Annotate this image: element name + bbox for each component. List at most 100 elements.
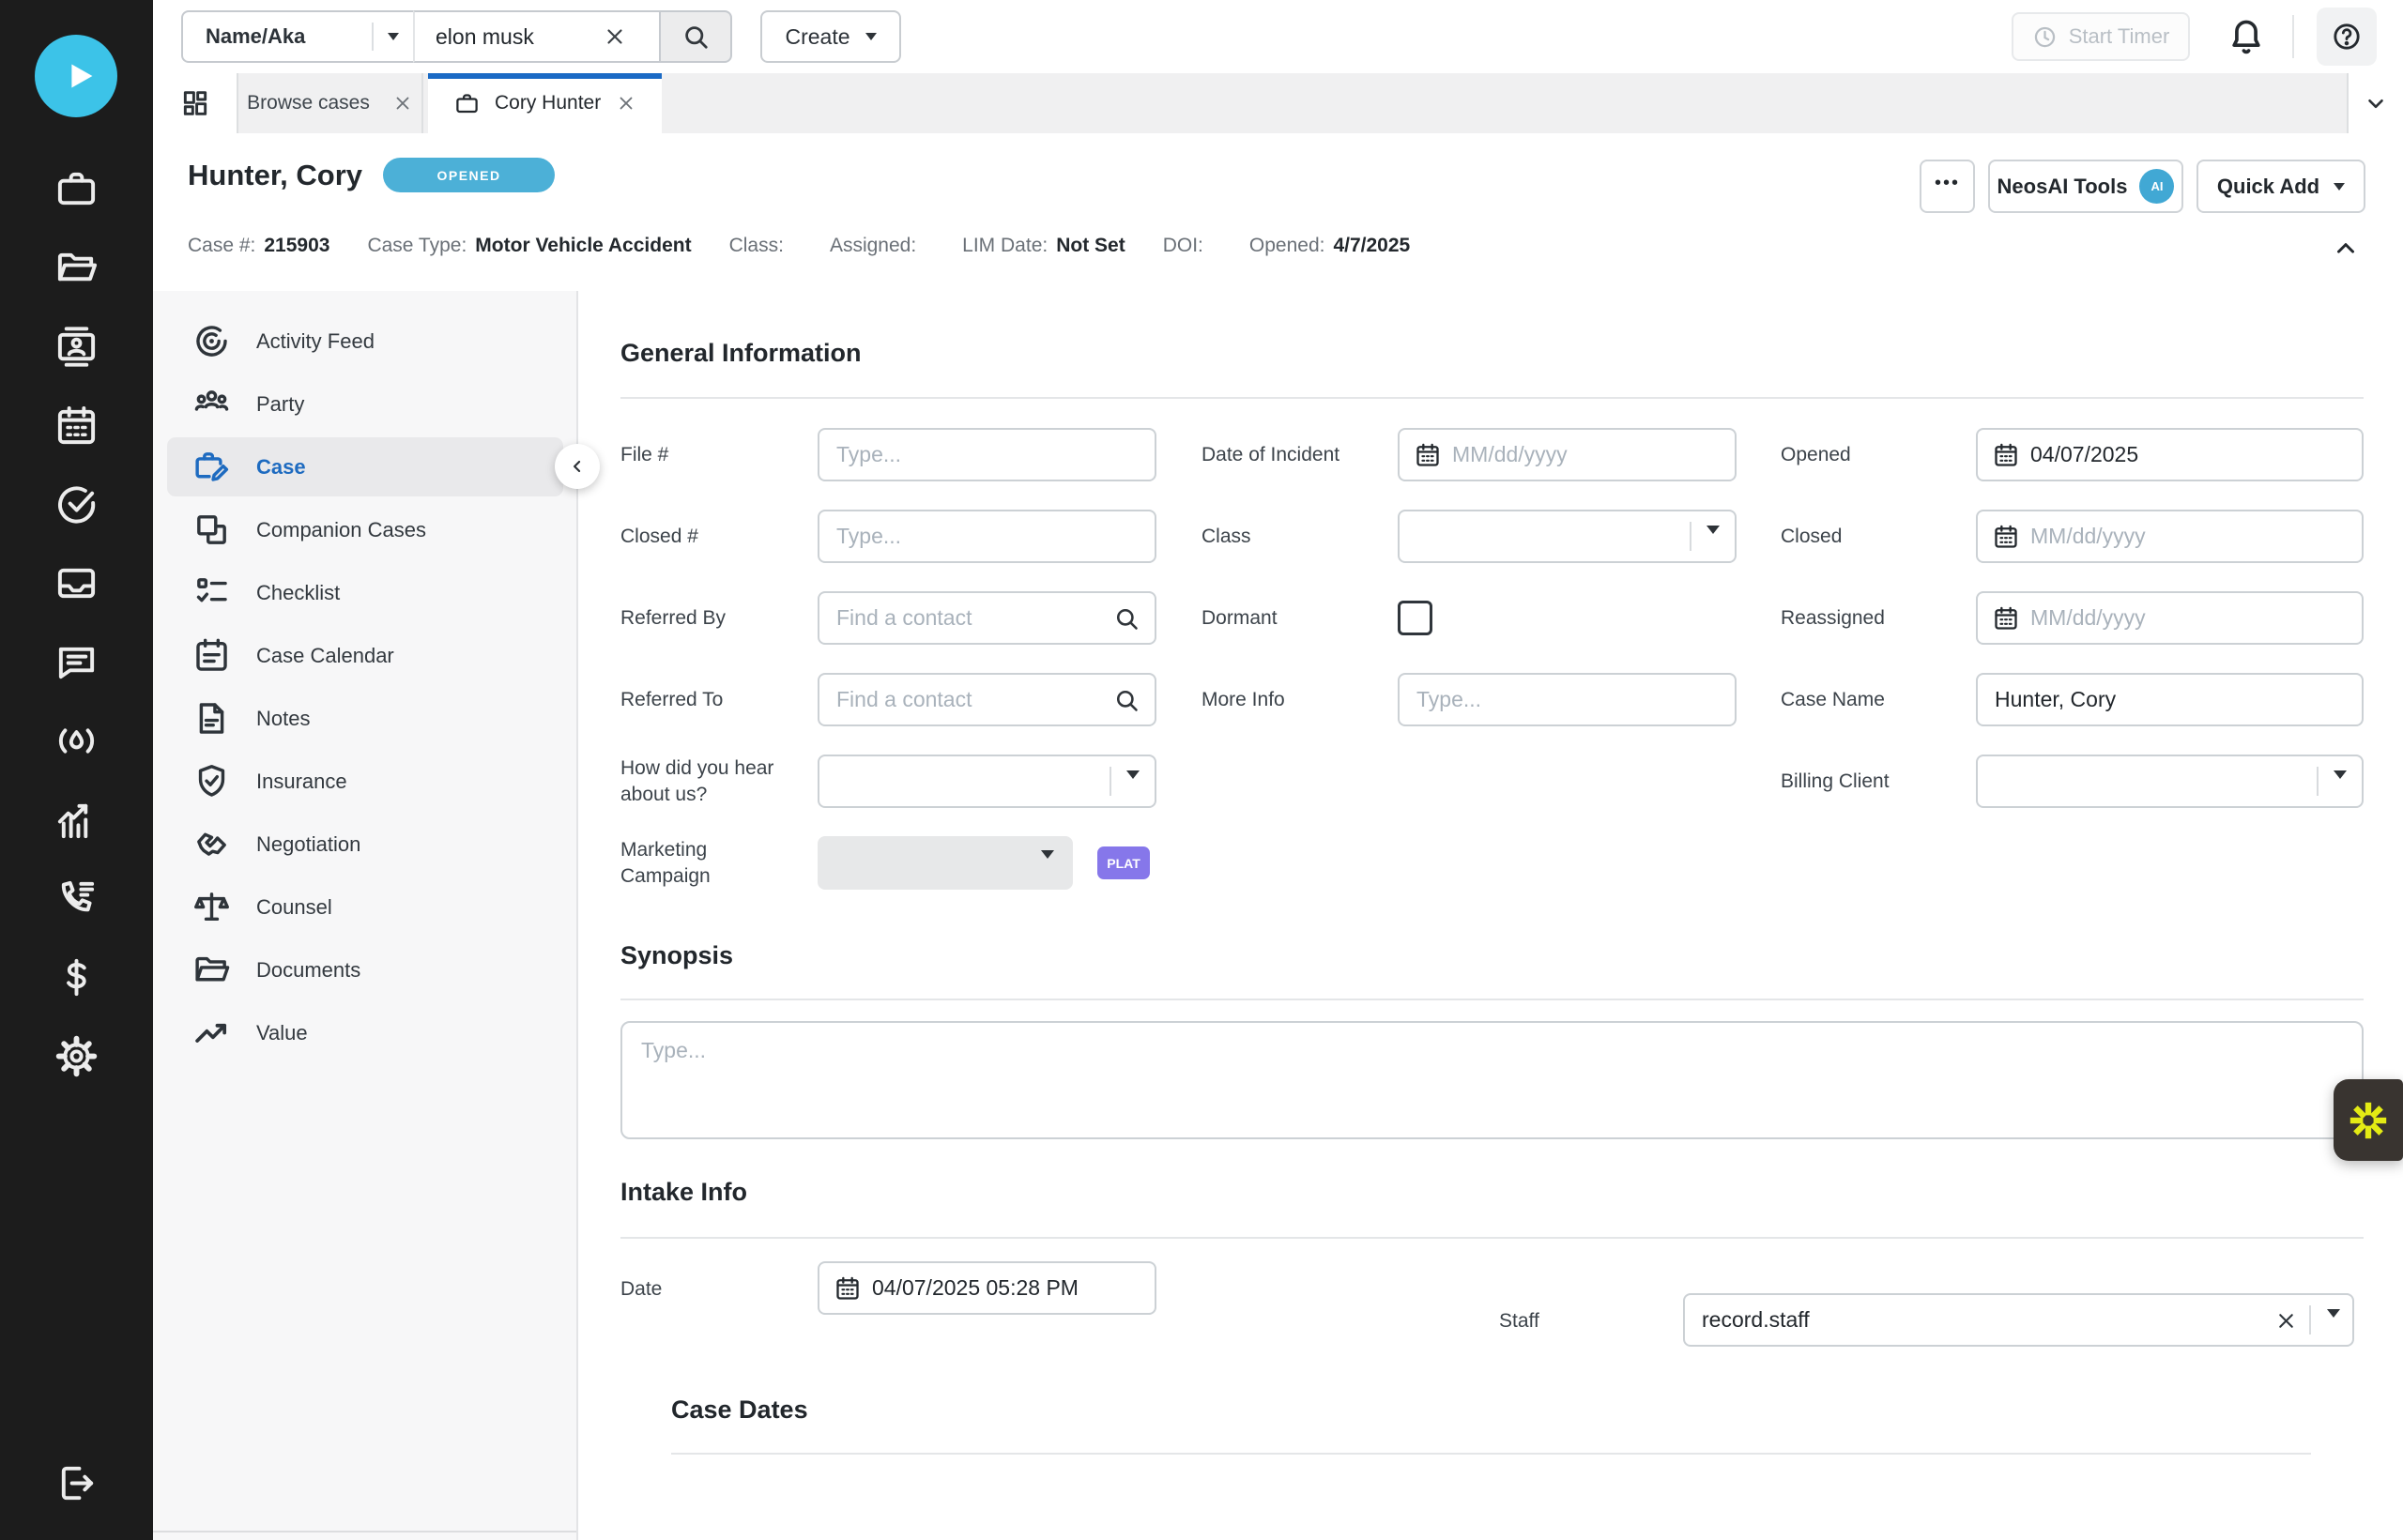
neosai-tools-button[interactable]: NeosAI Tools AI xyxy=(1988,160,2183,213)
close-icon[interactable] xyxy=(616,93,636,114)
meta-item: LIM Date:Not Set xyxy=(962,235,1125,257)
opened-label: Opened xyxy=(1781,442,1976,467)
collapse-header-chevron-icon[interactable] xyxy=(2332,235,2360,263)
search-button[interactable] xyxy=(659,10,732,63)
staff-input[interactable] xyxy=(1685,1295,2262,1345)
date-of-incident-input[interactable] xyxy=(1452,430,1735,480)
search-icon[interactable] xyxy=(1113,687,1140,713)
search-category-select[interactable]: Name/Aka xyxy=(181,10,413,63)
app-rail xyxy=(0,0,153,1540)
call-log-phone-icon[interactable] xyxy=(54,877,99,921)
nav-item-activity-feed[interactable]: Activity Feed xyxy=(153,310,576,373)
assistant-burst-button[interactable] xyxy=(2334,1079,2403,1161)
opened-input[interactable] xyxy=(2030,430,2362,480)
nav-item-party[interactable]: Party xyxy=(153,373,576,435)
more-actions-button[interactable]: ••• xyxy=(1920,160,1975,213)
chevron-down-icon[interactable] xyxy=(1126,779,1140,796)
start-timer-button[interactable]: Start Timer xyxy=(2012,12,2190,61)
insurance-shield-icon xyxy=(192,762,231,800)
class-select[interactable] xyxy=(1398,510,1737,563)
help-button[interactable] xyxy=(2317,8,2377,66)
chevron-down-icon[interactable] xyxy=(1707,534,1720,551)
closed-input[interactable] xyxy=(2030,511,2362,561)
billing-client-label: Billing Client xyxy=(1781,769,1976,794)
dormant-label: Dormant xyxy=(1202,605,1398,631)
intake-date-input[interactable] xyxy=(872,1263,1155,1313)
intake-date-field[interactable] xyxy=(818,1261,1156,1315)
synopsis-textarea[interactable] xyxy=(620,1021,2364,1139)
referred-by-field[interactable] xyxy=(818,591,1156,645)
nav-item-counsel[interactable]: Counsel xyxy=(153,876,576,938)
nav-item-companion-cases[interactable]: Companion Cases xyxy=(153,498,576,561)
more-info-input[interactable] xyxy=(1400,675,1735,724)
date-of-incident-label: Date of Incident xyxy=(1202,442,1398,467)
burst-asterisk-icon xyxy=(2346,1098,2391,1143)
intake-drop-icon[interactable] xyxy=(54,719,99,763)
closed-number-input[interactable] xyxy=(819,511,1155,561)
meta-item: Case #:215903 xyxy=(188,235,329,257)
dashboard-grid-icon[interactable] xyxy=(153,73,238,133)
collapse-nav-button[interactable] xyxy=(555,444,600,489)
nav-item-documents[interactable]: Documents xyxy=(153,938,576,1001)
app-logo[interactable] xyxy=(35,35,117,117)
search-input[interactable] xyxy=(415,23,599,51)
marketing-campaign-select[interactable] xyxy=(818,836,1073,890)
tab-overflow-chevron-icon[interactable] xyxy=(2347,73,2403,133)
notifications-bell-icon[interactable] xyxy=(2226,16,2267,57)
chevron-down-icon[interactable] xyxy=(2327,1318,2340,1334)
close-icon[interactable] xyxy=(392,93,413,114)
cases-briefcase-icon[interactable] xyxy=(54,167,99,211)
referred-to-input[interactable] xyxy=(819,675,1113,724)
intake-date-label: Date xyxy=(620,1276,679,1302)
date-of-incident-field[interactable] xyxy=(1398,428,1737,481)
nav-item-value[interactable]: Value xyxy=(153,1001,576,1064)
search-icon[interactable] xyxy=(1113,605,1140,632)
calendar-icon[interactable] xyxy=(834,1275,861,1302)
nav-item-case-calendar[interactable]: Case Calendar xyxy=(153,624,576,687)
nav-item-notes[interactable]: Notes xyxy=(153,687,576,750)
chevron-down-icon[interactable] xyxy=(374,33,413,40)
calendar-icon[interactable] xyxy=(1993,442,2019,468)
staff-field[interactable] xyxy=(1683,1293,2354,1347)
dormant-checkbox[interactable] xyxy=(1398,601,1432,635)
calendar-icon[interactable] xyxy=(1415,442,1441,468)
nav-item-insurance[interactable]: Insurance xyxy=(153,750,576,813)
calendar-icon[interactable] xyxy=(1993,524,2019,550)
chat-icon[interactable] xyxy=(54,640,99,684)
clear-staff-icon[interactable] xyxy=(2274,1309,2298,1333)
reports-chart-icon[interactable] xyxy=(54,798,99,842)
meta-item: DOI: xyxy=(1163,235,1212,257)
opened-field[interactable] xyxy=(1976,428,2364,481)
create-button[interactable]: Create xyxy=(760,10,901,63)
contact-card-icon[interactable] xyxy=(54,325,99,369)
hdyhau-select[interactable] xyxy=(818,755,1156,808)
referred-by-input[interactable] xyxy=(819,593,1113,643)
referred-to-field[interactable] xyxy=(818,673,1156,726)
marketing-campaign-label: Marketing Campaign xyxy=(620,837,818,889)
reassigned-field[interactable] xyxy=(1976,591,2364,645)
neos-case-management-app: Name/Aka Create Start Timer Browse cases xyxy=(0,0,2403,1540)
case-calendar-icon xyxy=(192,636,231,675)
tab-cory-hunter[interactable]: Cory Hunter xyxy=(428,73,662,133)
nav-item-checklist[interactable]: Checklist xyxy=(153,561,576,624)
logout-icon[interactable] xyxy=(54,1461,99,1505)
calendar-icon[interactable] xyxy=(54,404,99,448)
folder-open-icon[interactable] xyxy=(54,246,99,290)
search-category-label: Name/Aka xyxy=(183,24,372,49)
nav-item-negotiation[interactable]: Negotiation xyxy=(153,813,576,876)
quick-add-button[interactable]: Quick Add xyxy=(2196,160,2365,213)
billing-dollar-icon[interactable] xyxy=(54,955,99,999)
inbox-tray-icon[interactable] xyxy=(54,561,99,605)
tasks-check-icon[interactable] xyxy=(54,482,99,526)
reassigned-input[interactable] xyxy=(2030,593,2362,643)
settings-gear-icon[interactable] xyxy=(54,1034,99,1078)
file-number-input[interactable] xyxy=(819,430,1155,480)
case-name-input[interactable] xyxy=(1978,675,2362,724)
calendar-icon[interactable] xyxy=(1993,605,2019,632)
billing-client-select[interactable] xyxy=(1976,755,2364,808)
nav-item-case[interactable]: Case xyxy=(153,435,576,498)
chevron-down-icon[interactable] xyxy=(2334,779,2347,796)
closed-field[interactable] xyxy=(1976,510,2364,563)
tab-browse-cases[interactable]: Browse cases xyxy=(238,73,423,133)
clear-search-icon[interactable] xyxy=(603,24,627,49)
